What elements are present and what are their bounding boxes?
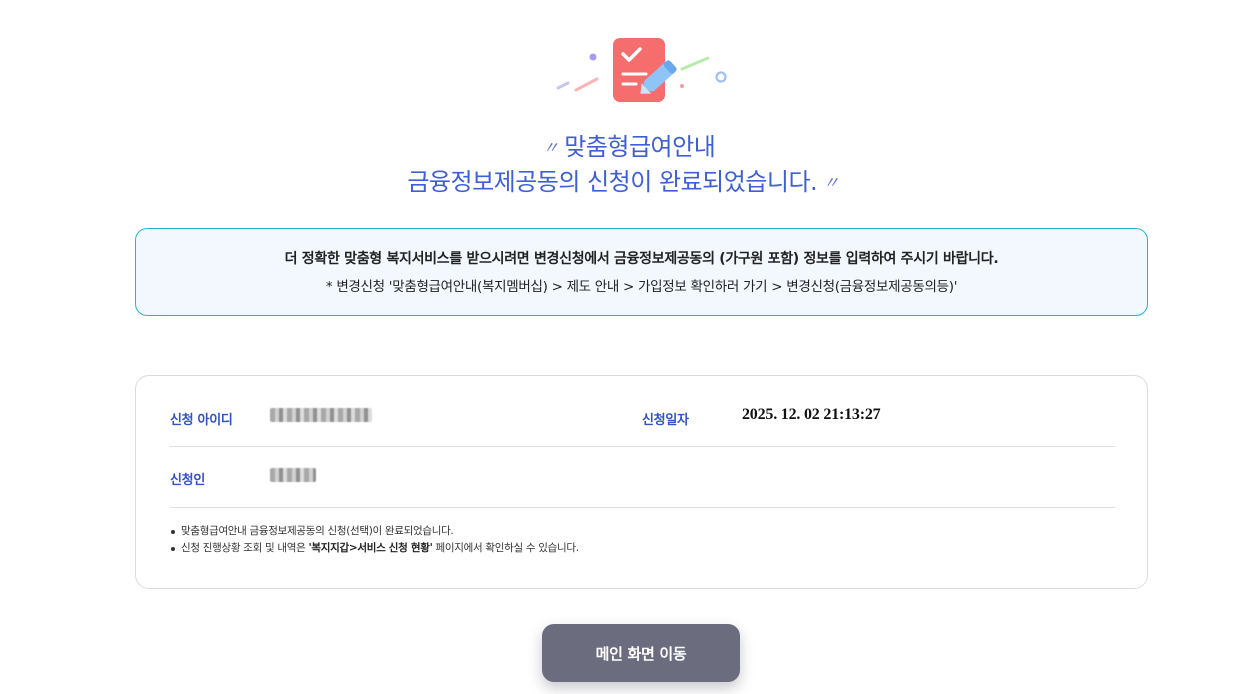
applicant-label: 신청인 (170, 473, 205, 488)
wallet-service-status-link-text: '복지지갑>서비스 신청 현황' (308, 542, 433, 554)
notice-main-text: 더 정확한 맞춤형 복지서비스를 받으시려면 변경신청에서 금융정보제공동의 (… (284, 251, 999, 267)
application-id-value-redacted (270, 408, 372, 422)
service-name: 맞춤형급여안내 (564, 133, 716, 161)
completion-headline: 〃 맞춤형급여안내 금융정보제공동의 신청이 완료되었습니다. 〃 (0, 130, 1252, 200)
quote-open-mark: 〃 (542, 138, 559, 157)
checklist-pencil-icon (556, 38, 727, 102)
quote-close-mark: 〃 (823, 173, 839, 192)
completion-message: 금융정보제공동의 신청이 완료되었습니다. (407, 168, 818, 196)
application-date-label: 신청일자 (642, 413, 689, 428)
row-divider (170, 446, 1115, 447)
applicant-value-redacted (270, 468, 316, 482)
note-text-suffix: 페이지에서 확인하실 수 있습니다. (432, 542, 580, 554)
headline-line1: 〃 맞춤형급여안내 (0, 130, 1252, 165)
note-item: 맞춤형급여안내 금융정보제공동의 신청(선택)이 완료되었습니다. (170, 523, 579, 540)
notice-path-text: * 변경신청 '맞춤형급여안내(복지멤버십) > 제도 안내 > 가입정보 확인… (325, 279, 958, 295)
application-details-card: 신청 아이디 신청일자 2025. 12. 02 21:13:27 신청인 맞춤… (135, 375, 1148, 589)
headline-line2: 금융정보제공동의 신청이 완료되었습니다. 〃 (0, 165, 1252, 200)
application-id-label: 신청 아이디 (170, 413, 233, 428)
note-text: 맞춤형급여안내 금융정보제공동의 신청(선택)이 완료되었습니다. (181, 525, 454, 537)
hero-illustration (0, 30, 1252, 110)
notes-list: 맞춤형급여안내 금융정보제공동의 신청(선택)이 완료되었습니다. 신청 진행상… (170, 523, 579, 557)
note-item: 신청 진행상황 조회 및 내역은 '복지지갑>서비스 신청 현황' 페이지에서 … (170, 540, 579, 557)
application-date-value: 2025. 12. 02 21:13:27 (742, 406, 881, 423)
note-text-prefix: 신청 진행상황 조회 및 내역은 (181, 542, 309, 554)
go-to-main-button[interactable]: 메인 화면 이동 (542, 624, 740, 682)
notice-box: 더 정확한 맞춤형 복지서비스를 받으시려면 변경신청에서 금융정보제공동의 (… (135, 228, 1148, 316)
notes-divider (170, 507, 1115, 508)
